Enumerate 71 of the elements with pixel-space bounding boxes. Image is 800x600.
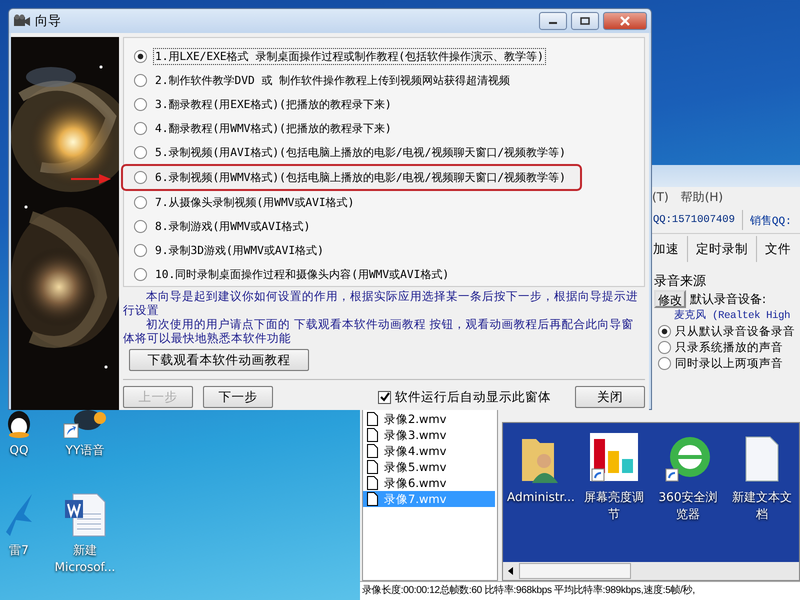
radio-button[interactable]: [134, 196, 147, 209]
file-item[interactable]: 录像3.wmv: [363, 427, 495, 443]
radio-button[interactable]: [134, 171, 147, 184]
radio-label[interactable]: 同时录以上两项声音: [675, 356, 783, 370]
file-item[interactable]: 录像6.wmv: [363, 475, 495, 491]
change-button[interactable]: 修改: [654, 290, 686, 308]
radio-label[interactable]: 4.翻录教程(用WMV格式)(把播放的教程录下来): [153, 120, 394, 137]
camera-icon: [13, 14, 31, 28]
desktop-icon-label: 新建文本文档: [731, 489, 793, 523]
close-dialog-button[interactable]: 关闭: [575, 386, 645, 408]
radio-button[interactable]: [658, 324, 671, 338]
radio-label[interactable]: 8.录制游戏(用WMV或AVI格式): [153, 218, 312, 235]
desktop-icon-label: Administr...: [507, 489, 573, 506]
contact-text: 销售QQ:: [750, 214, 792, 228]
checkbox[interactable]: [378, 390, 391, 404]
horizontal-scrollbar[interactable]: [503, 562, 799, 580]
file-icon: [367, 444, 378, 458]
radio-button[interactable]: [134, 244, 147, 257]
radio-label[interactable]: 2.制作软件教学DVD 或 制作软件操作教程上传到视频网站获得超清视频: [153, 72, 512, 89]
scrollbar-thumb[interactable]: [519, 563, 631, 579]
radio-label[interactable]: 10.同时录制桌面操作过程和摄像头内容(用WMV或AVI格式): [153, 266, 452, 283]
device-label: 默认录音设备:: [690, 290, 766, 308]
file-icon: [367, 476, 378, 490]
group-title: 录音来源: [654, 273, 707, 290]
file-icon: [367, 492, 378, 506]
intro-text: 初次使用的用户请点下面的 下载观看本软件动画教程 按钮，观看动画教程后再配合此向导窗体将可以最快地熟悉本软件功能: [123, 317, 635, 345]
file-item[interactable]: 录像2.wmv: [363, 411, 495, 427]
close-button[interactable]: [603, 12, 647, 30]
close-icon: [619, 16, 631, 26]
checkbox-label[interactable]: 软件运行后自动显示此窗体: [395, 388, 551, 406]
minimize-button[interactable]: [539, 12, 567, 30]
file-icon: [367, 412, 378, 426]
radio-label[interactable]: 5.录制视频(用AVI格式)(包括电脑上播放的电影/电视/视频聊天窗口/视频教学等): [153, 144, 568, 161]
file-item[interactable]: 录像4.wmv: [363, 443, 495, 459]
file-icon: [367, 428, 378, 442]
menu-item[interactable]: (T): [652, 190, 669, 204]
toolbar-button[interactable]: 加速: [653, 240, 679, 258]
radio-button[interactable]: [658, 340, 671, 354]
radio-label[interactable]: 3.翻录教程(用EXE格式)(把播放的教程录下来): [153, 96, 394, 113]
radio-button[interactable]: [134, 74, 147, 87]
file-item[interactable]: 录像5.wmv: [363, 459, 495, 475]
intro-text: 本向导是起到建议你如何设置的作用，根据实际应用选择某一条后按下一步，根据向导提示进行设置: [123, 289, 640, 317]
radio-label[interactable]: 1.用LXE/EXE格式 录制桌面操作过程或制作教程(包括软件操作演示、教学等): [153, 48, 546, 65]
maximize-button[interactable]: [571, 12, 599, 30]
radio-label[interactable]: 7.从摄像头录制视频(用WMV或AVI格式): [153, 194, 356, 211]
desktop-icon-label: 屏幕亮度调节: [583, 489, 645, 523]
menu-item[interactable]: 帮助(H): [680, 188, 724, 206]
arrow: [71, 173, 111, 185]
wizard-nav-button[interactable]: 下一步: [203, 386, 273, 408]
radio-button[interactable]: [134, 122, 147, 135]
radio-label[interactable]: 只从默认录音设备录音: [675, 324, 795, 338]
contact-text: QQ:1571007409: [653, 214, 735, 226]
radio-button[interactable]: [658, 356, 671, 370]
radio-button[interactable]: [134, 268, 147, 281]
desktop-icon-label: 360安全浏览器: [658, 489, 718, 523]
radio-button[interactable]: [134, 146, 147, 159]
radio-label[interactable]: 6.录制视频(用WMV格式)(包括电脑上播放的电影/电视/视频聊天窗口/视频教学等): [153, 169, 568, 186]
file-icon: [367, 460, 378, 474]
radio-label[interactable]: 9.录制3D游戏(用WMV或AVI格式): [153, 242, 326, 259]
status-bar: 录像长度:00:00:12总帧数:60 比特率:968kbps 平均比特率:989kbps,速度:5帧/秒,: [360, 581, 800, 600]
toolbar-button[interactable]: 文件: [765, 240, 791, 258]
maximize-icon: [580, 17, 590, 25]
radio-button[interactable]: [134, 98, 147, 111]
toolbar-button[interactable]: 定时录制: [696, 240, 748, 258]
radio-button[interactable]: [134, 50, 147, 63]
device-name: 麦克风 (Realtek High: [673, 308, 792, 323]
radio-button[interactable]: [134, 220, 147, 233]
radio-label[interactable]: 只录系统播放的声音: [675, 340, 783, 354]
download-tutorial-button[interactable]: 下载观看本软件动画教程: [129, 349, 309, 371]
word-document-icon[interactable]: [63, 492, 107, 538]
window-title: 向导: [35, 13, 61, 30]
